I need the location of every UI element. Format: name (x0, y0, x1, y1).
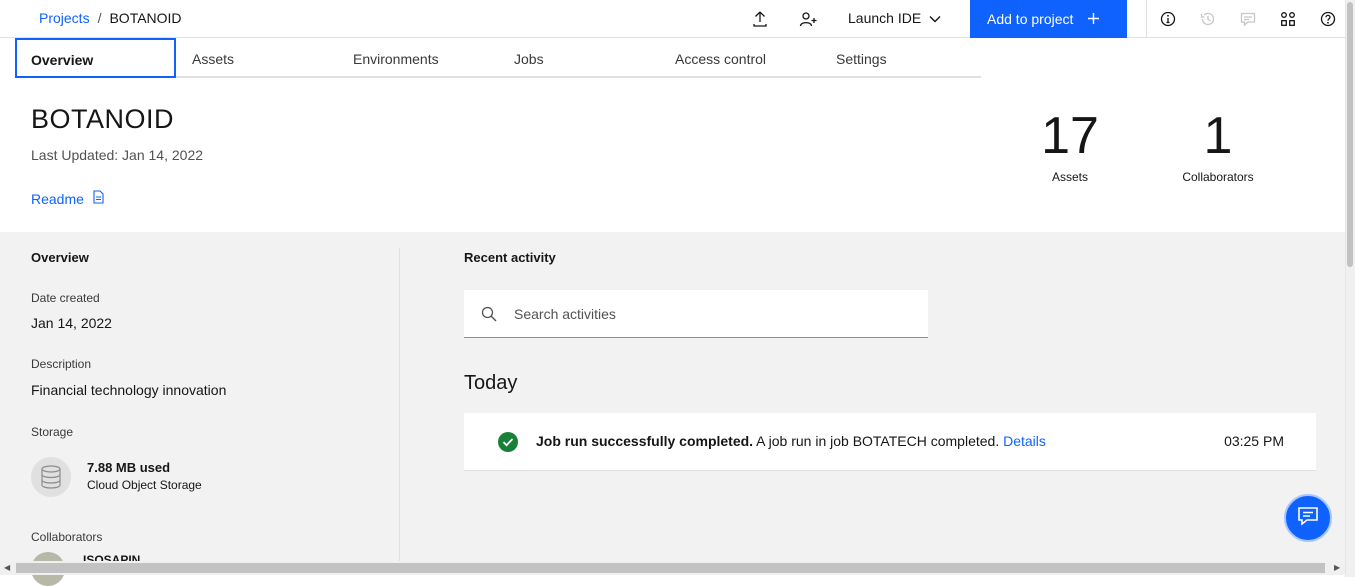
search-icon (481, 306, 497, 322)
add-user-icon[interactable] (798, 9, 818, 29)
tab-settings[interactable]: Settings (820, 38, 981, 78)
activity-title: Job run successfully completed. (536, 433, 754, 449)
history-icon[interactable] (1198, 9, 1218, 29)
readme-link[interactable]: Readme (31, 190, 104, 207)
storage-icon (31, 457, 71, 497)
overview-heading: Overview (31, 250, 89, 265)
list-item: Job run successfully completed. A job ru… (464, 413, 1316, 471)
scroll-left-arrow-icon[interactable]: ◀ (4, 563, 10, 572)
tab-jobs[interactable]: Jobs (498, 38, 659, 78)
breadcrumb-projects-link[interactable]: Projects (39, 10, 90, 26)
vertical-scrollbar-thumb[interactable] (1347, 2, 1353, 267)
panel-divider (399, 248, 400, 562)
breadcrumb-current: BOTANOID (109, 10, 182, 26)
apps-icon[interactable] (1278, 9, 1298, 29)
assets-label: Assets (1051, 170, 1088, 184)
launch-ide-menu[interactable]: Launch IDE (848, 10, 941, 26)
assets-stat[interactable]: 17 Assets (1035, 106, 1105, 184)
activity-text: Job run successfully completed. A job ru… (536, 433, 1046, 449)
readme-label: Readme (31, 190, 84, 207)
tab-access-control[interactable]: Access control (659, 38, 820, 78)
last-updated: Last Updated: Jan 14, 2022 (31, 147, 204, 163)
horizontal-scrollbar-thumb[interactable] (16, 563, 1325, 573)
collaborators-section-label: Collaborators (31, 530, 103, 544)
activity-search (464, 290, 928, 338)
tab-assets[interactable]: Assets (176, 38, 337, 78)
add-to-project-label: Add to project (987, 11, 1074, 27)
recent-activity-heading: Recent activity (464, 250, 556, 265)
collaborators-count: 1 (1203, 107, 1233, 165)
date-created-value: Jan 14, 2022 (31, 315, 112, 331)
storage-type: Cloud Object Storage (87, 478, 202, 492)
header-divider (1146, 0, 1147, 38)
activity-group-today: Today (464, 372, 518, 394)
description-label: Description (31, 357, 92, 371)
project-tabs: Overview Assets Environments Jobs Access… (15, 38, 981, 78)
collaborators-stat[interactable]: 1 Collaborators (1168, 106, 1268, 184)
add-to-project-button[interactable]: Add to project (970, 0, 1127, 38)
activity-message: A job run in job BOTATECH completed. (753, 433, 1004, 449)
description-value: Financial technology innovation (31, 382, 227, 398)
storage-used: 7.88 MB used (87, 460, 171, 475)
storage-label: Storage (31, 425, 74, 439)
collaborators-label: Collaborators (1182, 170, 1254, 184)
chat-button[interactable] (1284, 494, 1332, 542)
help-icon[interactable] (1318, 9, 1338, 29)
chevron-down-icon (929, 10, 941, 26)
tab-overview[interactable]: Overview (15, 38, 176, 78)
info-icon[interactable] (1158, 9, 1178, 29)
chat-icon (1297, 506, 1319, 531)
comment-icon[interactable] (1238, 9, 1258, 29)
date-created-label: Date created (31, 291, 100, 305)
breadcrumb-separator: / (97, 10, 102, 26)
plus-icon (1088, 11, 1100, 27)
assets-count: 17 (1041, 107, 1099, 165)
tab-environments[interactable]: Environments (337, 38, 498, 78)
success-check-icon (498, 432, 518, 452)
activity-time: 03:25 PM (1224, 433, 1284, 449)
scroll-right-arrow-icon[interactable]: ▶ (1334, 563, 1340, 572)
top-header: Projects / BOTANOID Launch IDE Add to pr… (0, 0, 1345, 38)
details-link[interactable]: Details (1003, 433, 1046, 449)
search-input[interactable] (512, 304, 912, 323)
breadcrumb: Projects / BOTANOID (39, 10, 182, 26)
upload-icon[interactable] (750, 9, 770, 29)
project-title: BOTANOID (31, 104, 175, 134)
launch-ide-label: Launch IDE (848, 10, 922, 26)
document-icon (93, 190, 104, 207)
